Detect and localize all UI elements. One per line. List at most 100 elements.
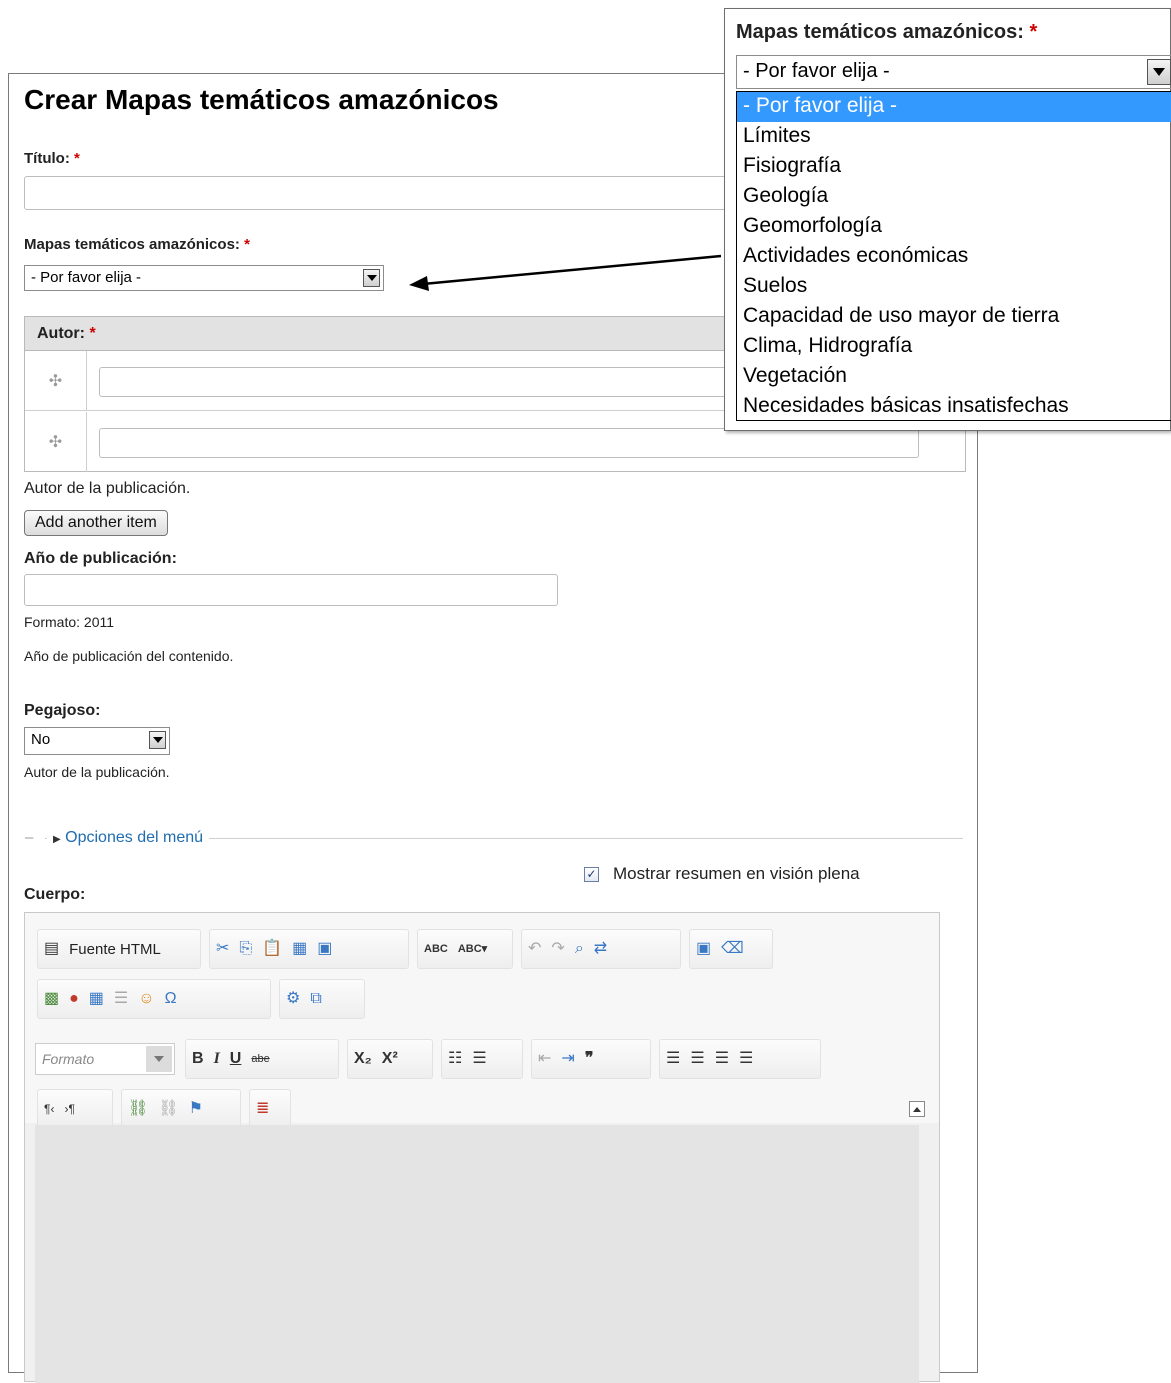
pegajoso-select[interactable]: No: [24, 727, 170, 755]
copy-icon[interactable]: ⎘: [239, 941, 252, 957]
horizontal-rule-icon[interactable]: ☰: [114, 991, 128, 1007]
collapse-toolbar-button[interactable]: [909, 1101, 925, 1117]
dropdown-option[interactable]: Necesidades básicas insatisfechas: [737, 392, 1171, 422]
gear-icon[interactable]: ⚙: [286, 991, 300, 1007]
format-select[interactable]: Formato: [35, 1043, 175, 1075]
select-all-icon[interactable]: ▣: [696, 941, 711, 957]
source-html-button[interactable]: Fuente HTML: [69, 941, 161, 958]
strike-button[interactable]: abe: [251, 1053, 269, 1065]
redo-icon[interactable]: ↷: [551, 941, 564, 957]
eraser-icon[interactable]: ⌫: [721, 941, 744, 957]
popup-mapas-label: Mapas temáticos amazónicos: *: [736, 21, 1038, 43]
dropdown-option[interactable]: Geología: [737, 182, 1171, 212]
outdent-icon[interactable]: ⇤: [538, 1051, 551, 1067]
page-title: Crear Mapas temáticos amazónicos: [24, 84, 499, 115]
bold-button[interactable]: B: [192, 1051, 204, 1067]
anio-label: Año de publicación:: [24, 550, 177, 567]
image-icon[interactable]: ▩: [44, 991, 59, 1007]
direction-group: ¶‹ ›¶: [37, 1089, 113, 1129]
mapas-select[interactable]: - Por favor elija -: [24, 265, 384, 291]
paste-icon[interactable]: 📋: [262, 941, 282, 957]
dropdown-option[interactable]: Suelos: [737, 272, 1171, 302]
align-group: ☰ ☰ ☰ ☰: [659, 1039, 821, 1079]
dropdown-option[interactable]: Vegetación: [737, 362, 1171, 392]
source-group: ▤ Fuente HTML: [37, 929, 201, 969]
flash-icon[interactable]: ●: [69, 991, 79, 1007]
paste-text-icon[interactable]: ▦: [292, 941, 307, 957]
find-icon[interactable]: ⌕: [575, 941, 584, 957]
editor-content-area[interactable]: [35, 1125, 919, 1383]
titulo-input[interactable]: [24, 176, 744, 210]
link-icon[interactable]: ⛓: [128, 1101, 148, 1117]
cut-icon[interactable]: ✂: [216, 941, 229, 957]
fieldset-bullet: –: [25, 829, 34, 846]
preview-icon[interactable]: ⧉: [310, 991, 321, 1007]
annotation-arrow: [409, 254, 722, 291]
anio-description: Año de publicación del contenido.: [24, 648, 234, 664]
page-break-icon[interactable]: ≣: [256, 1101, 269, 1117]
blockquote-icon[interactable]: ❞: [585, 1051, 594, 1067]
misc-group: ⚙ ⧉: [279, 979, 365, 1019]
smiley-icon[interactable]: ☺: [138, 991, 154, 1007]
rich-text-editor: ▤ Fuente HTML ✂ ⎘ 📋 ▦ ▣ ABC ABC▾ ↶ ↷ ⌕ ⇄: [24, 912, 940, 1383]
chevron-down-icon: [149, 731, 166, 749]
paste-word-icon[interactable]: ▣: [317, 941, 332, 957]
dropdown-option[interactable]: - Por favor elija -: [737, 92, 1171, 122]
dropdown-option[interactable]: Fisiografía: [737, 152, 1171, 182]
checkbox-checked-icon[interactable]: ✓: [584, 866, 599, 882]
align-left-icon[interactable]: ☰: [666, 1051, 680, 1067]
subscript-button[interactable]: X₂: [354, 1051, 372, 1067]
add-another-item-button[interactable]: Add another item: [24, 510, 168, 536]
clipboard-group: ✂ ⎘ 📋 ▦ ▣: [209, 929, 409, 969]
table-icon[interactable]: ▦: [89, 991, 104, 1007]
script-group: X₂ X²: [347, 1039, 433, 1079]
basic-style-group: B I U abe: [185, 1039, 339, 1079]
mapas-label: Mapas temáticos amazónicos: *: [24, 236, 250, 253]
insert-group: ▩ ● ▦ ☰ ☺ Ω: [37, 979, 271, 1019]
unlink-icon[interactable]: ⛓: [158, 1101, 178, 1117]
list-group: ☷ ☰: [441, 1039, 523, 1079]
anio-input[interactable]: [24, 574, 558, 606]
pegajoso-description: Autor de la publicación.: [24, 764, 170, 780]
superscript-button[interactable]: X²: [382, 1051, 398, 1067]
dropdown-option[interactable]: Límites: [737, 122, 1171, 152]
pagebreak-group: ≣: [249, 1089, 291, 1129]
replace-icon[interactable]: ⇄: [594, 941, 607, 957]
spellcheck-dropdown-icon[interactable]: ABC▾: [458, 943, 487, 955]
chevron-down-icon: [1147, 59, 1171, 85]
autor-description: Autor de la publicación.: [24, 480, 191, 497]
italic-button[interactable]: I: [214, 1051, 220, 1067]
dropdown-option[interactable]: Actividades económicas: [737, 242, 1171, 272]
anio-format: Formato: 2011: [24, 614, 115, 630]
dropdown-option[interactable]: Capacidad de uso mayor de tierra: [737, 302, 1171, 332]
align-justify-icon[interactable]: ☰: [739, 1051, 753, 1067]
underline-button[interactable]: U: [230, 1051, 242, 1067]
dropdown-option[interactable]: Clima, Hidrografía: [737, 332, 1171, 362]
special-char-icon[interactable]: Ω: [165, 991, 177, 1007]
rtl-icon[interactable]: ›¶: [64, 1103, 74, 1115]
chevron-down-icon: [146, 1046, 172, 1072]
drag-handle-icon[interactable]: ✣: [25, 351, 87, 410]
ltr-icon[interactable]: ¶‹: [44, 1103, 54, 1115]
ordered-list-icon[interactable]: ☷: [448, 1051, 462, 1067]
spellcheck-group: ABC ABC▾: [417, 929, 513, 969]
select-group: ▣ ⌫: [689, 929, 773, 969]
triangle-right-icon: ▶: [53, 834, 61, 845]
align-right-icon[interactable]: ☰: [715, 1051, 729, 1067]
summary-toggle[interactable]: ✓ Mostrar resumen en visión plena: [584, 864, 860, 884]
spellcheck-icon[interactable]: ABC: [424, 943, 448, 955]
undo-icon[interactable]: ↶: [528, 941, 541, 957]
indent-group: ⇤ ⇥ ❞: [531, 1039, 651, 1079]
indent-icon[interactable]: ⇥: [561, 1051, 574, 1067]
anchor-flag-icon[interactable]: ⚑: [189, 1101, 203, 1117]
titulo-label: Título: *: [24, 150, 80, 167]
bullet-list-icon[interactable]: ☰: [472, 1051, 486, 1067]
dropdown-option-list: - Por favor elija - Límites Fisiografía Geo…: [736, 91, 1171, 421]
drag-handle-icon[interactable]: ✣: [25, 412, 87, 472]
popup-mapas-select[interactable]: - Por favor elija -: [736, 55, 1171, 89]
align-center-icon[interactable]: ☰: [690, 1051, 704, 1067]
cuerpo-label: Cuerpo:: [24, 886, 86, 903]
menu-options-toggle[interactable]: ▶ Opciones del menú: [47, 829, 210, 847]
autor-input-2[interactable]: [99, 428, 919, 458]
dropdown-option[interactable]: Geomorfología: [737, 212, 1171, 242]
